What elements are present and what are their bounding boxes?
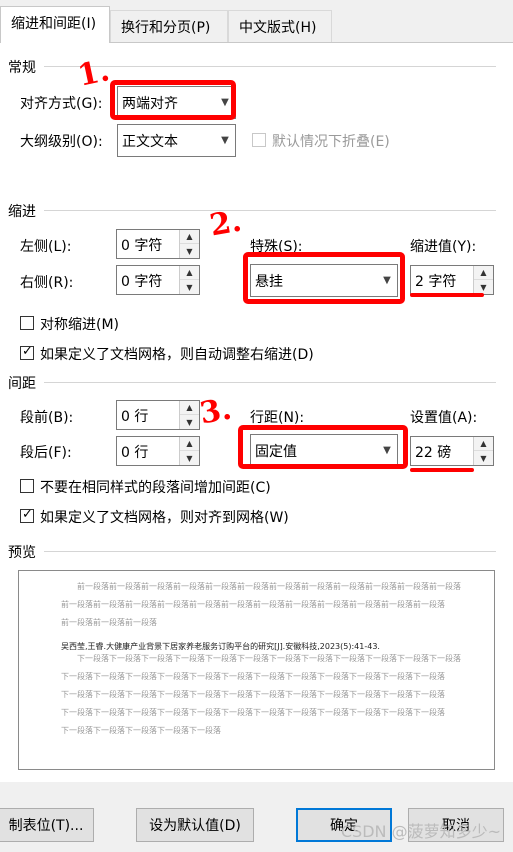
spin-down-icon[interactable]: ▼ (474, 451, 493, 465)
spin-up-icon[interactable]: ▲ (474, 266, 493, 280)
divider (44, 551, 496, 552)
tab-label: 缩进和间距(I) (11, 16, 97, 32)
preview-prev-line: 前一段落前一段落前一段落 (61, 618, 157, 627)
preview-next-line: 下一段落下一段落下一段落下一段落下一段落下一段落下一段落下一段落下一段落下一段落… (77, 654, 461, 663)
line-spacing-label: 行距(N): (250, 410, 305, 426)
spin-up-icon[interactable]: ▲ (180, 401, 199, 415)
spacing-after-value: 0 行 (121, 445, 149, 461)
annotation-box-special-indent (243, 252, 405, 304)
indent-by-value: 2 字符 (415, 274, 457, 290)
mirror-indents-checkbox[interactable] (20, 316, 34, 330)
spin-down-icon[interactable]: ▼ (180, 280, 199, 294)
section-indent-title: 缩进 (8, 204, 36, 220)
spin-down-icon[interactable]: ▼ (180, 415, 199, 429)
section-general-title: 常规 (8, 60, 36, 76)
spacing-at-spinner[interactable]: 22 磅 ▲ ▼ (410, 436, 494, 466)
spin-down-icon[interactable]: ▼ (180, 451, 199, 465)
section-preview-title: 预览 (8, 545, 36, 561)
preview-next-line: 下一段落下一段落下一段落下一段落下一段落下一段落下一段落下一段落下一段落下一段落… (61, 672, 445, 681)
snap-to-grid-checkbox[interactable] (20, 507, 34, 523)
preview-prev-line: 前一段落前一段落前一段落前一段落前一段落前一段落前一段落前一段落前一段落前一段落… (61, 600, 445, 609)
tab-label: 中文版式(H) (239, 20, 317, 36)
outline-level-value: 正文文本 (122, 134, 178, 150)
preview-prev-line: 前一段落前一段落前一段落前一段落前一段落前一段落前一段落前一段落前一段落前一段落… (77, 582, 461, 591)
outline-level-select[interactable]: 正文文本 ▼ (117, 124, 236, 157)
indent-left-spinner[interactable]: 0 字符 ▲ ▼ (116, 229, 200, 259)
chevron-down-icon: ▼ (221, 135, 229, 146)
annotation-mark-2: 2. (207, 203, 245, 244)
indent-by-label: 缩进值(Y): (410, 239, 477, 255)
spin-up-icon[interactable]: ▲ (180, 230, 199, 244)
spin-down-icon[interactable]: ▼ (474, 280, 493, 294)
annotation-mark-3: 3. (197, 391, 235, 432)
preview-next-line: 下一段落下一段落下一段落下一段落下一段落下一段落下一段落下一段落下一段落下一段落… (61, 690, 445, 699)
spacing-after-spinner[interactable]: 0 行 ▲ ▼ (116, 436, 200, 466)
outline-level-label: 大纲级别(O): (20, 134, 103, 150)
spacing-after-label: 段后(F): (20, 445, 72, 461)
indent-right-spinner[interactable]: 0 字符 ▲ ▼ (116, 265, 200, 295)
indent-left-label: 左侧(L): (20, 239, 72, 255)
preview-next-line: 下一段落下一段落下一段落下一段落下一段落下一段落下一段落下一段落下一段落下一段落… (61, 708, 445, 717)
collapse-default-checkbox[interactable] (252, 133, 266, 147)
set-default-button[interactable]: 设为默认值(D) (136, 808, 254, 842)
tab-indents-spacing[interactable]: 缩进和间距(I) (0, 6, 110, 43)
collapse-default-label: 默认情况下折叠(E) (272, 134, 390, 150)
tab-strip: 缩进和间距(I) 换行和分页(P) 中文版式(H) (0, 0, 513, 43)
annotation-box-line-spacing (238, 425, 408, 469)
annotation-underline-spacing-at (410, 468, 474, 472)
indent-right-value: 0 字符 (121, 274, 163, 290)
spin-up-icon[interactable]: ▲ (474, 437, 493, 451)
divider (44, 210, 496, 211)
divider (44, 66, 496, 67)
tab-asian-typography[interactable]: 中文版式(H) (228, 10, 332, 42)
indent-by-spinner[interactable]: 2 字符 ▲ ▼ (410, 265, 494, 295)
spin-up-icon[interactable]: ▲ (180, 437, 199, 451)
set-default-button-label: 设为默认值(D) (149, 818, 241, 834)
alignment-label: 对齐方式(G): (20, 96, 103, 112)
preview-next-line: 下一段落下一段落下一段落下一段落下一段落 (61, 726, 221, 735)
auto-adjust-indent-label: 如果定义了文档网格，则自动调整右缩进(D) (40, 347, 314, 363)
spacing-at-label: 设置值(A): (410, 410, 478, 426)
spacing-before-spinner[interactable]: 0 行 ▲ ▼ (116, 400, 200, 430)
mirror-indents-label: 对称缩进(M) (40, 317, 120, 333)
watermark: CSDN @菠萝知多少~ (340, 822, 501, 841)
annotation-underline-indent-by (410, 293, 484, 297)
spin-up-icon[interactable]: ▲ (180, 266, 199, 280)
tabs-button-label: 制表位(T)... (8, 818, 84, 834)
auto-adjust-indent-checkbox[interactable] (20, 344, 34, 360)
no-space-same-style-label: 不要在相同样式的段落间增加间距(C) (40, 480, 271, 496)
indent-left-value: 0 字符 (121, 238, 163, 254)
snap-to-grid-label: 如果定义了文档网格，则对齐到网格(W) (40, 510, 289, 526)
spacing-before-value: 0 行 (121, 409, 149, 425)
spacing-before-label: 段前(B): (20, 410, 74, 426)
no-space-same-style-checkbox[interactable] (20, 479, 34, 493)
divider (44, 382, 496, 383)
section-spacing-title: 间距 (8, 376, 36, 392)
spacing-at-value: 22 磅 (415, 445, 452, 461)
tab-label: 换行和分页(P) (121, 20, 211, 36)
spin-down-icon[interactable]: ▼ (180, 244, 199, 258)
annotation-box-alignment (110, 80, 236, 120)
tabs-button[interactable]: 制表位(T)... (0, 808, 94, 842)
preview-current-paragraph: 吴西莹,王睿.大健康产业背景下居家养老服务订购平台的研究[J].安徽科技,202… (61, 642, 380, 651)
indent-right-label: 右侧(R): (20, 275, 74, 291)
tab-line-page-breaks[interactable]: 换行和分页(P) (110, 10, 228, 42)
preview-pane: 前一段落前一段落前一段落前一段落前一段落前一段落前一段落前一段落前一段落前一段落… (18, 570, 495, 770)
